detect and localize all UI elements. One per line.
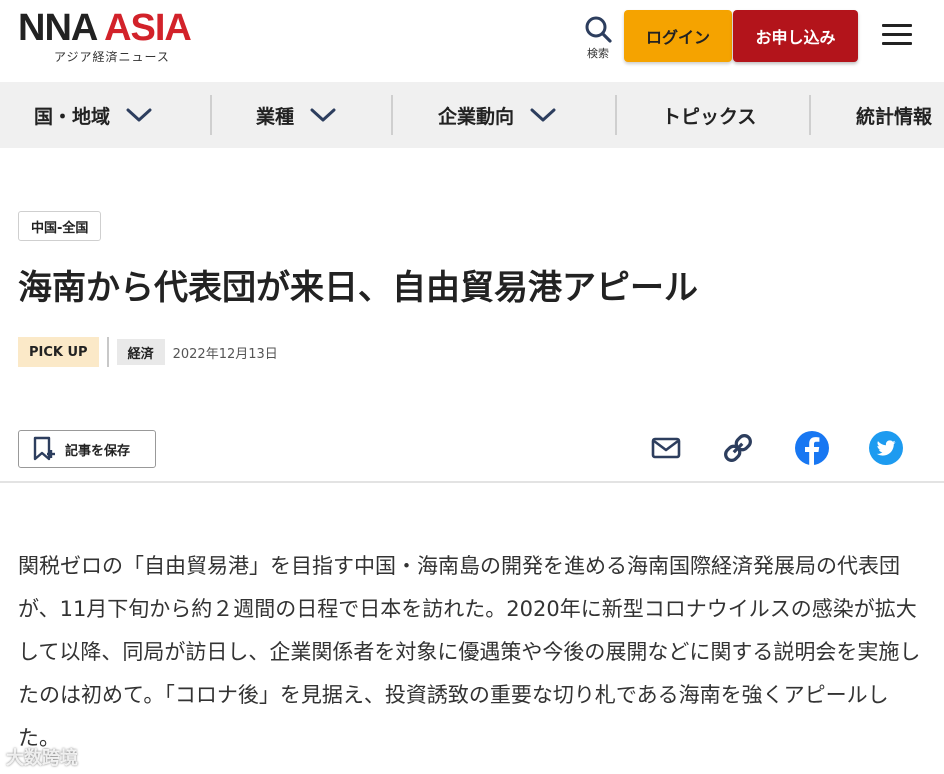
save-label: 記事を保存	[65, 443, 131, 459]
nav-divider	[809, 95, 811, 135]
main-nav: 国・地域 業種 企業動向 トピックス 統計情報	[0, 82, 944, 148]
logo-subtitle: アジア経済ニュース	[54, 50, 170, 64]
chevron-down-icon	[310, 108, 336, 122]
nav-item-label: 国・地域	[34, 105, 111, 128]
chevron-down-icon	[126, 108, 152, 122]
category-badge[interactable]: 経済	[116, 339, 165, 365]
logo-text: NNA ASIA	[18, 7, 192, 49]
login-button[interactable]: ログイン	[624, 10, 732, 62]
nav-item-label: 業種	[256, 105, 295, 128]
logo-nna: NNA	[18, 7, 97, 49]
pickup-badge: PICK UP	[18, 337, 99, 367]
search-label: 検索	[587, 47, 609, 60]
bookmark-add-icon	[33, 436, 55, 461]
nav-divider	[615, 95, 617, 135]
search-button[interactable]: 検索	[578, 14, 618, 70]
site-header: NNA ASIA アジア経済ニュース 検索 ログイン お申し込み	[0, 0, 944, 82]
section-divider	[0, 481, 944, 483]
search-icon	[585, 16, 612, 43]
article-meta: PICK UP 経済 2022年12月13日	[18, 336, 278, 368]
nav-divider	[391, 95, 393, 135]
nav-item-region[interactable]: 国・地域	[34, 82, 152, 148]
nav-item-label: 統計情報	[856, 105, 933, 128]
nav-item-statistics[interactable]: 統計情報	[856, 82, 932, 148]
share-link-button[interactable]	[720, 428, 756, 468]
nav-item-label: 企業動向	[438, 105, 515, 128]
facebook-icon	[795, 431, 829, 465]
region-tag[interactable]: 中国-全国	[18, 211, 102, 241]
meta-divider	[106, 337, 109, 367]
publish-date: 2022年12月13日	[172, 346, 278, 362]
chevron-down-icon	[530, 108, 556, 122]
share-twitter-button[interactable]	[868, 428, 904, 468]
article-title: 海南から代表団が来日、自由貿易港アピール	[18, 268, 698, 308]
nav-divider	[210, 95, 212, 135]
share-facebook-button[interactable]	[794, 428, 830, 468]
nav-item-topics[interactable]: トピックス	[662, 82, 756, 148]
article-body: 関税ゼロの「自由貿易港」を目指す中国・海南島の開発を進める海南国際経済発展局の代…	[18, 554, 921, 750]
hamburger-menu-icon[interactable]	[882, 24, 912, 50]
mail-icon	[651, 437, 681, 459]
link-icon	[724, 434, 752, 462]
site-logo[interactable]: NNA ASIA アジア経済ニュース	[18, 7, 192, 65]
save-article-button[interactable]: 記事を保存	[18, 430, 156, 468]
share-mail-button[interactable]	[648, 428, 684, 468]
signup-button[interactable]: お申し込み	[733, 10, 858, 62]
nav-item-companies[interactable]: 企業動向	[438, 82, 556, 148]
watermark: 大数跨境	[6, 748, 78, 769]
nav-item-label: トピックス	[662, 105, 757, 128]
twitter-icon	[869, 431, 903, 465]
logo-asia: ASIA	[104, 7, 192, 49]
nav-item-industry[interactable]: 業種	[256, 82, 336, 148]
